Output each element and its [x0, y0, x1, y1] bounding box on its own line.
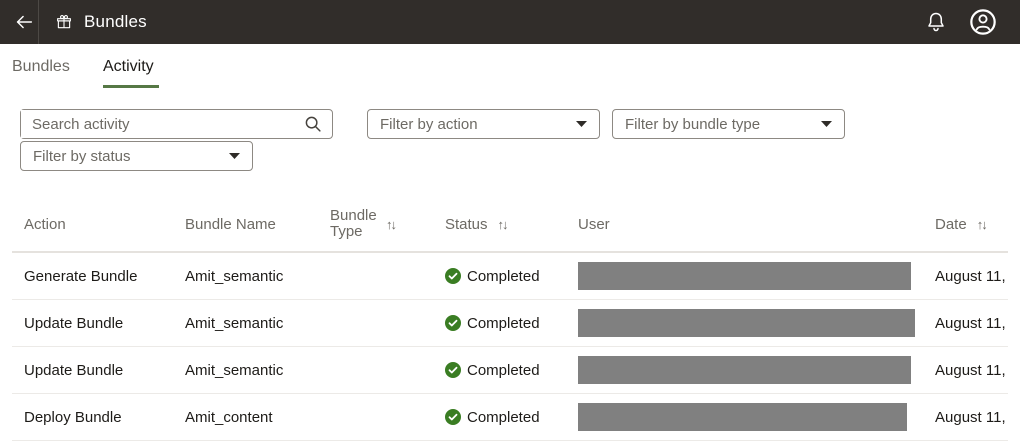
status-label: Completed: [467, 362, 540, 379]
sort-icon[interactable]: [977, 217, 988, 232]
filter-by-bundle-type-label: Filter by bundle type: [625, 116, 760, 133]
column-header-user: User: [578, 216, 935, 233]
redacted-user-bar: [578, 262, 911, 290]
cell-user: [578, 262, 935, 290]
status-label: Completed: [467, 268, 540, 285]
sort-icon[interactable]: [498, 217, 509, 232]
user-avatar[interactable]: [969, 8, 997, 36]
completed-check-icon: [445, 362, 461, 378]
cell-status: Completed: [445, 268, 578, 285]
cell-user: [578, 356, 935, 384]
cell-action: Generate Bundle: [12, 268, 185, 285]
table-row[interactable]: Deploy Bundle Amit_content Completed Aug…: [12, 394, 1008, 441]
cell-date: August 11,: [935, 409, 1008, 426]
status-label: Completed: [467, 409, 540, 426]
cell-user: [578, 309, 935, 337]
cell-user: [578, 403, 935, 431]
completed-check-icon: [445, 315, 461, 331]
column-header-date: Date: [935, 216, 1008, 233]
cell-date: August 11,: [935, 315, 1008, 332]
bell-icon: [924, 10, 948, 34]
cell-date: August 11,: [935, 268, 1008, 285]
table-row[interactable]: Update Bundle Amit_semantic Completed Au…: [12, 347, 1008, 394]
filter-by-status-dropdown[interactable]: Filter by status: [20, 141, 253, 171]
table-header-row: Action Bundle Name Bundle Type Status Us…: [12, 197, 1008, 253]
page-title: Bundles: [84, 12, 147, 32]
search-icon[interactable]: [302, 113, 324, 135]
redacted-user-bar: [578, 309, 915, 337]
column-header-bundle-type: Bundle Type: [330, 208, 445, 241]
header-divider: [38, 0, 39, 44]
column-header-bundle-name: Bundle Name: [185, 216, 330, 233]
tab-activity[interactable]: Activity: [103, 58, 154, 76]
redacted-user-bar: [578, 403, 907, 431]
search-activity-box: [20, 109, 333, 139]
redacted-user-bar: [578, 356, 911, 384]
filter-by-action-dropdown[interactable]: Filter by action: [367, 109, 600, 139]
cell-bundle-name: Amit_semantic: [185, 362, 330, 379]
cell-date: August 11,: [935, 362, 1008, 379]
completed-check-icon: [445, 409, 461, 425]
cell-bundle-name: Amit_semantic: [185, 315, 330, 332]
cell-status: Completed: [445, 315, 578, 332]
status-label: Completed: [467, 315, 540, 332]
active-tab-indicator: [103, 85, 159, 88]
tab-bundles[interactable]: Bundles: [12, 58, 70, 76]
bundle-gift-icon: [55, 13, 73, 31]
column-header-action: Action: [12, 216, 185, 233]
cell-bundle-name: Amit_content: [185, 409, 330, 426]
cell-bundle-name: Amit_semantic: [185, 268, 330, 285]
avatar-icon: [969, 8, 997, 36]
bundles-activity-page: Bundles Bundles Activity Filter by actio…: [0, 0, 1020, 444]
filter-by-bundle-type-dropdown[interactable]: Filter by bundle type: [612, 109, 845, 139]
cell-status: Completed: [445, 362, 578, 379]
table-row[interactable]: Generate Bundle Amit_semantic Completed …: [12, 253, 1008, 300]
cell-action: Deploy Bundle: [12, 409, 185, 426]
chevron-down-icon: [229, 153, 240, 159]
back-button[interactable]: [7, 11, 41, 33]
table-row[interactable]: Update Bundle Amit_semantic Completed Au…: [12, 300, 1008, 347]
cell-status: Completed: [445, 409, 578, 426]
cell-action: Update Bundle: [12, 362, 185, 379]
completed-check-icon: [445, 268, 461, 284]
back-arrow-icon: [13, 11, 35, 33]
filter-by-status-label: Filter by status: [33, 148, 131, 165]
column-header-status: Status: [445, 216, 578, 233]
activity-table: Action Bundle Name Bundle Type Status Us…: [12, 197, 1008, 441]
cell-action: Update Bundle: [12, 315, 185, 332]
filter-by-action-label: Filter by action: [380, 116, 478, 133]
notifications-button[interactable]: [924, 10, 948, 34]
app-header: Bundles: [0, 0, 1020, 44]
chevron-down-icon: [821, 121, 832, 127]
sort-icon[interactable]: [386, 217, 397, 232]
search-input[interactable]: [21, 110, 302, 138]
chevron-down-icon: [576, 121, 587, 127]
